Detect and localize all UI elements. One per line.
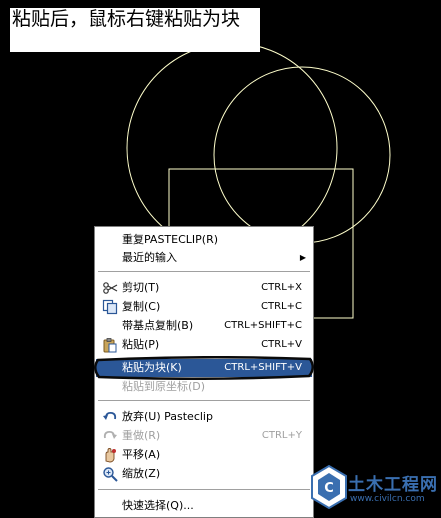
context-menu[interactable]: 重复PASTECLIP(R) 最近的输入 ▶ 剪切(T) CTRL+X 复制(C… [94, 226, 314, 518]
menu-item-copy-with-base-point[interactable]: 带基点复制(B) CTRL+SHIFT+C [96, 317, 312, 335]
site-watermark: C 土木工程网 www.civilcn.com [308, 462, 438, 514]
menu-item-recent-input[interactable]: 最近的输入 ▶ [96, 249, 312, 267]
paste-icon [102, 337, 118, 353]
menu-item-shortcut: CTRL+Y [261, 430, 302, 441]
menu-item-paste-to-original-coords[interactable]: 粘贴到原坐标(D) [96, 378, 312, 396]
caption-text: 粘贴后，鼠标右键粘贴为块 [12, 8, 241, 30]
menu-item-shortcut: CTRL+C [261, 301, 302, 312]
pan-icon [102, 447, 118, 463]
menu-separator [98, 400, 310, 402]
menu-item-label: 复制(C) [122, 300, 161, 313]
menu-item-label: 带基点复制(B) [122, 319, 194, 332]
zoom-icon [102, 466, 118, 482]
menu-item-label: 放弃(U) Pasteclip [122, 410, 213, 423]
menu-item-label: 缩放(Z) [122, 467, 161, 480]
menu-item-pan[interactable]: 平移(A) [96, 446, 312, 464]
menu-item-label: 粘贴到原坐标(D) [122, 380, 206, 393]
menu-item-quick-select[interactable]: 快速选择(Q)... [96, 497, 312, 515]
menu-separator [98, 489, 310, 491]
menu-separator [98, 271, 310, 273]
menu-item-shortcut: CTRL+X [261, 282, 302, 293]
menu-item-label: 剪切(T) [122, 281, 160, 294]
menu-item-label: 粘贴(P) [122, 338, 160, 351]
instruction-caption: 粘贴后，鼠标右键粘贴为块 [10, 8, 260, 52]
cad-circle-right [213, 66, 391, 244]
menu-item-zoom[interactable]: 缩放(Z) [96, 465, 312, 483]
menu-item-label: 快速选择(Q)... [122, 499, 194, 512]
menu-item-cut[interactable]: 剪切(T) CTRL+X [96, 279, 312, 297]
cad-circle-left [126, 42, 338, 254]
svg-text:C: C [324, 481, 334, 496]
menu-item-paste[interactable]: 粘贴(P) CTRL+V [96, 336, 312, 354]
copy-icon [102, 299, 118, 315]
watermark-url: www.civilcn.com [350, 494, 425, 504]
menu-item-label: 平移(A) [122, 448, 161, 461]
menu-item-shortcut: CTRL+SHIFT+V [224, 362, 302, 373]
menu-item-redo[interactable]: 重做(R) CTRL+Y [96, 427, 312, 445]
watermark-site-name: 土木工程网 [348, 475, 438, 495]
redo-icon [102, 428, 118, 444]
scissors-icon [102, 280, 118, 296]
menu-item-label: 粘贴为块(K) [122, 361, 182, 374]
menu-item-shortcut: CTRL+V [261, 339, 302, 350]
menu-item-copy[interactable]: 复制(C) CTRL+C [96, 298, 312, 316]
menu-item-label: 重做(R) [122, 429, 161, 442]
menu-item-shortcut: CTRL+SHIFT+C [224, 320, 302, 331]
submenu-arrow-icon: ▶ [299, 253, 306, 262]
menu-item-label: 重复PASTECLIP(R) [122, 233, 219, 246]
menu-item-repeat-pasteclip[interactable]: 重复PASTECLIP(R) [96, 231, 312, 249]
watermark-logo-icon: C [311, 464, 347, 510]
menu-item-undo[interactable]: 放弃(U) Pasteclip [96, 408, 312, 426]
menu-item-paste-as-block[interactable]: 粘贴为块(K) CTRL+SHIFT+V [96, 359, 312, 377]
menu-item-label: 最近的输入 [122, 251, 177, 264]
undo-icon [102, 409, 118, 425]
